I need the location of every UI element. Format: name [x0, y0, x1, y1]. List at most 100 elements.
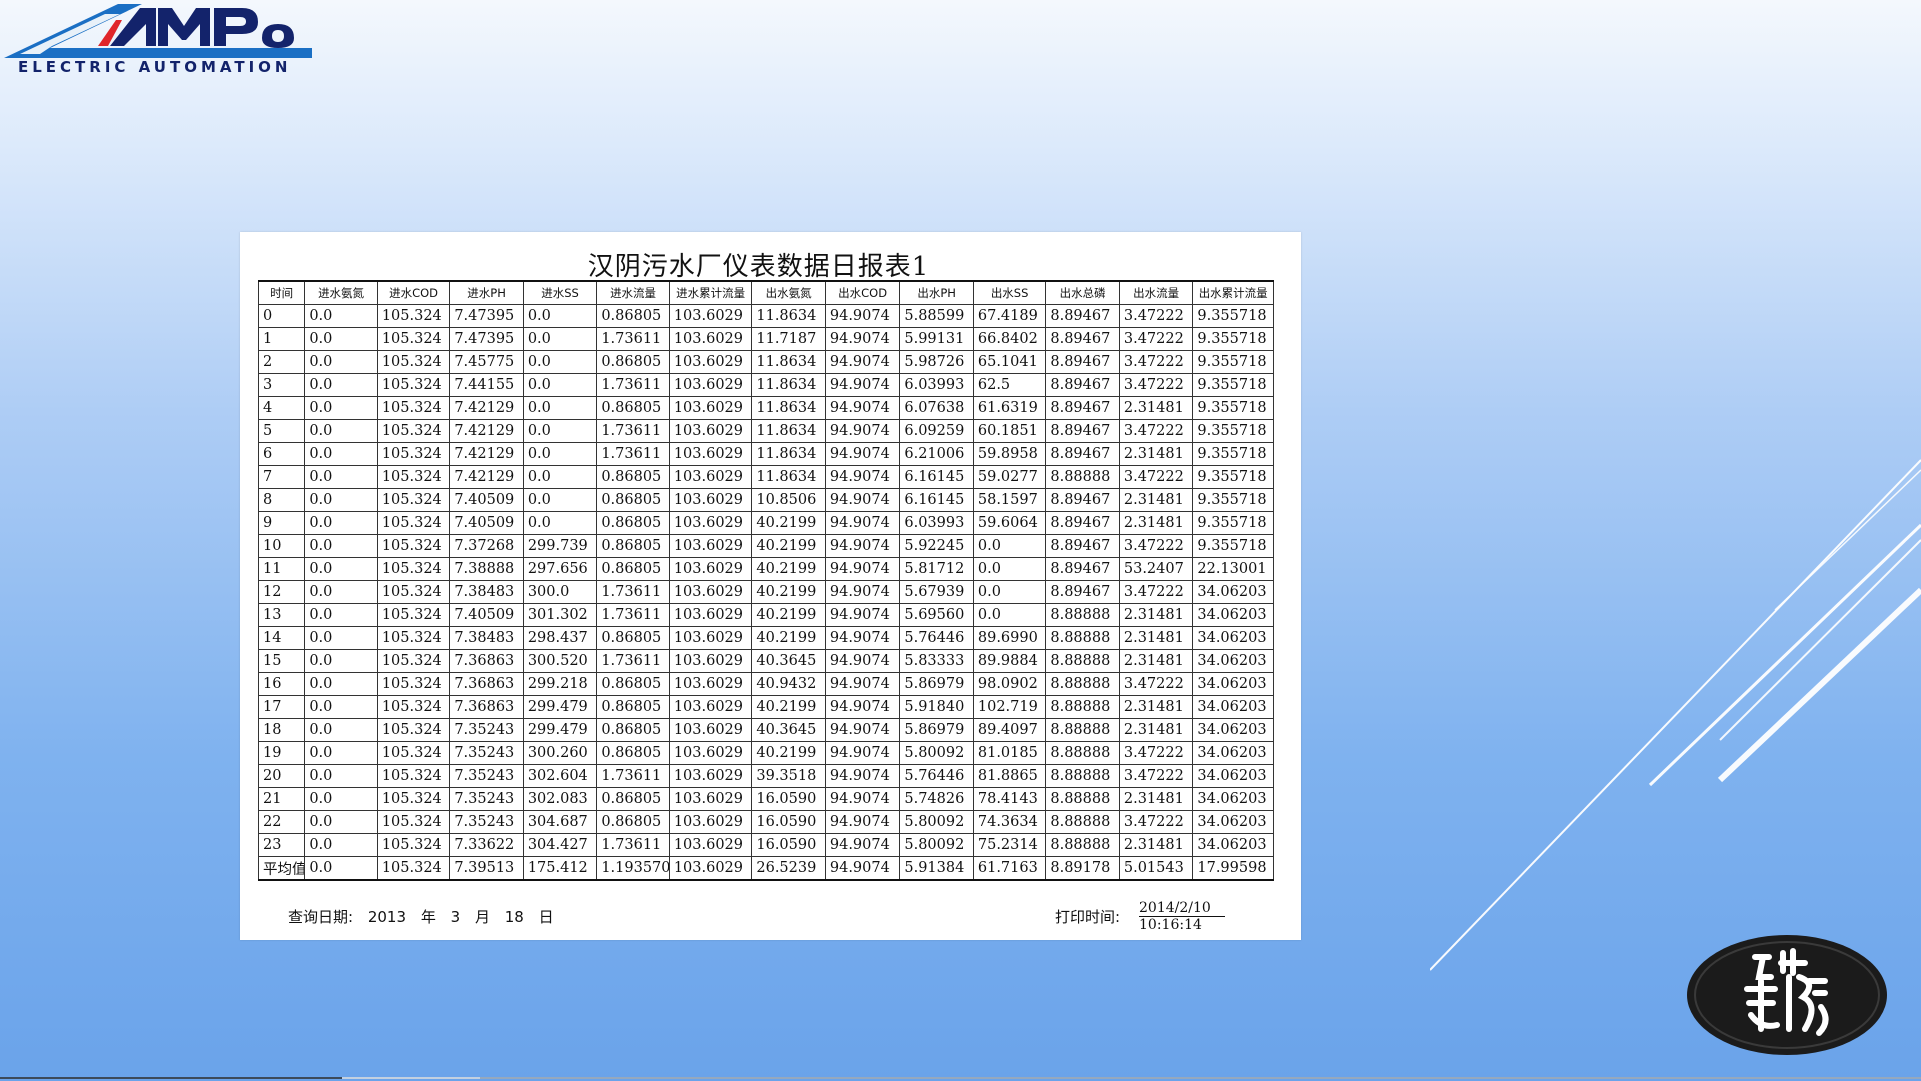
table-row: 13 0.0 105.324 7.40509 301.302 1.73611 103.602…: [257, 603, 1274, 627]
table-row: 14 0.0 105.324 7.38483 298.437 0.86805 103.602…: [257, 626, 1274, 650]
table-cell: 9.355718: [1192, 534, 1274, 558]
table-cell: 0.0: [522, 465, 598, 489]
table-cell: 0.0: [304, 603, 378, 627]
table-cell: 0.0: [304, 488, 378, 512]
table-cell: 0.86805: [596, 396, 670, 420]
table-cell: 8.89467: [1045, 557, 1120, 581]
table-cell: 304.687: [522, 810, 598, 834]
table-cell: 7.38888: [449, 557, 524, 581]
time-cell: 7: [257, 465, 306, 489]
company-logo: ELECTRIC AUTOMATION: [0, 0, 320, 82]
table-cell: 0.0: [304, 419, 378, 443]
time-cell: 14: [257, 626, 306, 650]
table-cell: 67.4189: [972, 304, 1047, 328]
table-cell: 0.0: [304, 511, 378, 535]
table-cell: 9.355718: [1192, 373, 1274, 397]
table-row: 平均值 0.0 105.324 7.39513 175.412 1.193570 103.6…: [257, 856, 1274, 881]
table-cell: 98.0902: [972, 672, 1047, 696]
table-row: 10 0.0 105.324 7.37268 299.739 0.86805 103.602…: [257, 534, 1274, 558]
table-cell: 94.9074: [824, 396, 901, 420]
table-cell: 103.6029: [668, 695, 753, 719]
table-cell: 1.73611: [596, 764, 670, 788]
table-cell: 94.9074: [824, 465, 901, 489]
table-cell: 94.9074: [824, 488, 901, 512]
table-row: 0 0.0 105.324 7.47395 0.0 0.86805 103.6029 11.8…: [257, 304, 1274, 328]
table-cell: 11.7187: [751, 327, 826, 351]
table-row: 15 0.0 105.324 7.36863 300.520 1.73611 103.602…: [257, 649, 1274, 673]
table-cell: 59.6064: [972, 511, 1047, 535]
table-cell: 1.73611: [596, 833, 670, 857]
table-cell: 0.0: [972, 603, 1047, 627]
table-cell: 94.9074: [824, 741, 901, 765]
table-cell: 105.324: [376, 304, 451, 328]
table-cell: 8.89467: [1045, 373, 1120, 397]
table-cell: 7.36863: [449, 672, 524, 696]
table-cell: 2.31481: [1118, 695, 1194, 719]
table-cell: 105.324: [376, 511, 451, 535]
table-cell: 0.86805: [596, 465, 670, 489]
time-cell: 2: [257, 350, 306, 374]
time-cell: 0: [257, 304, 306, 328]
table-cell: 40.2199: [751, 626, 826, 650]
table-cell: 0.0: [304, 764, 378, 788]
table-cell: 103.6029: [668, 350, 753, 374]
table-cell: 105.324: [376, 833, 451, 857]
table-cell: 7.36863: [449, 695, 524, 719]
table-cell: 0.0: [304, 442, 378, 466]
time-cell: 18: [257, 718, 306, 742]
table-cell: 103.6029: [668, 327, 753, 351]
table-cell: 0.86805: [596, 741, 670, 765]
table-cell: 1.73611: [596, 580, 670, 604]
table-cell: 0.0: [522, 327, 598, 351]
table-cell: 2.31481: [1118, 603, 1194, 627]
table-cell: 94.9074: [824, 603, 901, 627]
table-cell: 7.35243: [449, 741, 524, 765]
table-cell: 2.31481: [1118, 396, 1194, 420]
table-cell: 5.67939: [899, 580, 974, 604]
table-cell: 7.39513: [449, 856, 524, 881]
column-header: 进水PH: [449, 280, 524, 305]
table-cell: 103.6029: [668, 603, 753, 627]
table-cell: 17.99598: [1192, 856, 1274, 881]
table-cell: 0.0: [972, 534, 1047, 558]
table-cell: 302.083: [522, 787, 598, 811]
table-cell: 1.73611: [596, 327, 670, 351]
table-cell: 8.89467: [1045, 580, 1120, 604]
table-cell: 34.06203: [1192, 695, 1274, 719]
table-cell: 7.38483: [449, 626, 524, 650]
time-cell: 8: [257, 488, 306, 512]
table-cell: 5.80092: [899, 741, 974, 765]
table-cell: 2.31481: [1118, 833, 1194, 857]
table-cell: 11.8634: [751, 396, 826, 420]
time-cell: 22: [257, 810, 306, 834]
table-cell: 8.89467: [1045, 304, 1120, 328]
print-time-label: 打印时间:: [1055, 908, 1121, 926]
table-cell: 75.2314: [972, 833, 1047, 857]
time-cell: 6: [257, 442, 306, 466]
table-cell: 7.40509: [449, 511, 524, 535]
table-cell: 103.6029: [668, 419, 753, 443]
time-cell: 平均值: [257, 856, 306, 881]
table-cell: 3.47222: [1118, 419, 1194, 443]
column-header: 出水流量: [1118, 280, 1194, 305]
table-cell: 94.9074: [824, 580, 901, 604]
table-cell: 105.324: [376, 557, 451, 581]
table-cell: 6.16145: [899, 465, 974, 489]
table-cell: 0.0: [972, 557, 1047, 581]
table-cell: 94.9074: [824, 442, 901, 466]
table-cell: 2.31481: [1118, 442, 1194, 466]
table-cell: 105.324: [376, 580, 451, 604]
table-cell: 105.324: [376, 787, 451, 811]
table-cell: 7.36863: [449, 649, 524, 673]
table-row: 5 0.0 105.324 7.42129 0.0 1.73611 103.6029 11.8…: [257, 419, 1274, 443]
table-cell: 0.0: [304, 856, 378, 881]
table-cell: 58.1597: [972, 488, 1047, 512]
table-cell: 0.0: [522, 350, 598, 374]
time-cell: 17: [257, 695, 306, 719]
table-cell: 0.86805: [596, 787, 670, 811]
table-cell: 94.9074: [824, 350, 901, 374]
time-cell: 23: [257, 833, 306, 857]
column-header: 进水SS: [522, 280, 598, 305]
table-cell: 5.83333: [899, 649, 974, 673]
table-cell: 7.44155: [449, 373, 524, 397]
